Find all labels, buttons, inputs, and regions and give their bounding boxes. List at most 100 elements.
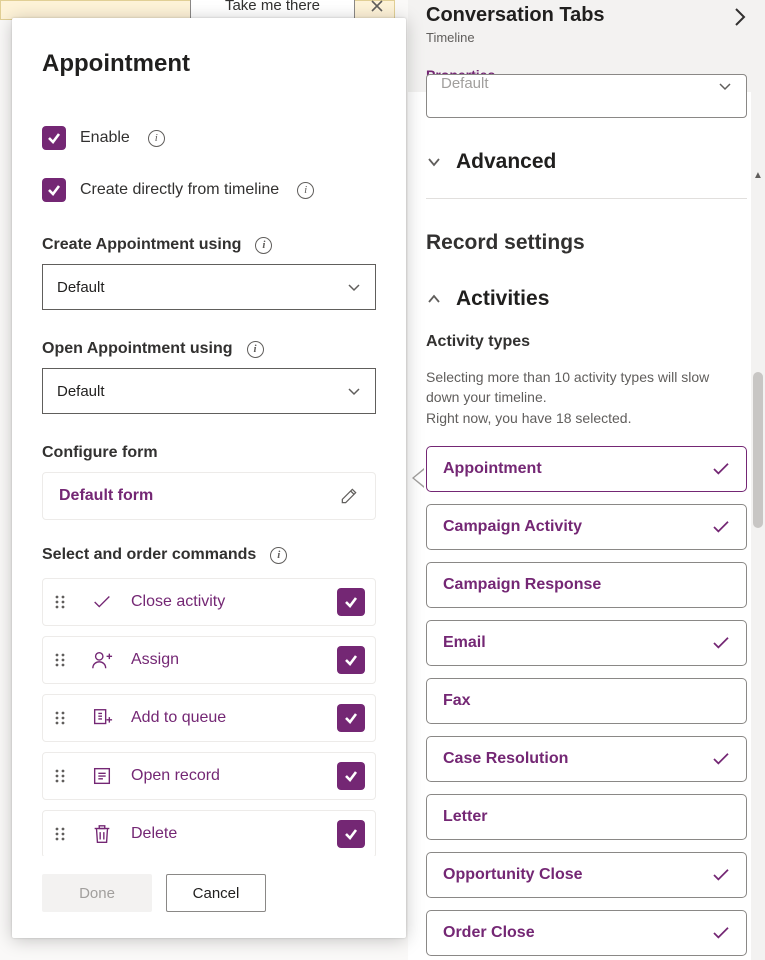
configure-form-value: Default form — [59, 487, 153, 505]
panel-title: Appointment — [42, 50, 376, 78]
activity-type-item[interactable]: Fax — [426, 678, 747, 724]
activity-type-label: Campaign Response — [443, 576, 601, 594]
advanced-section-toggle[interactable]: Advanced — [426, 150, 747, 174]
configure-form-button[interactable]: Default form — [42, 472, 376, 520]
activity-type-item[interactable]: Order Close — [426, 910, 747, 956]
close-icon — [370, 0, 384, 13]
activities-label: Activities — [456, 287, 549, 311]
record-settings-title: Record settings — [426, 231, 747, 255]
create-using-select[interactable]: Default — [42, 264, 376, 310]
activity-type-item[interactable]: Case Resolution — [426, 736, 747, 782]
check-icon — [712, 752, 730, 766]
create-directly-checkbox[interactable] — [42, 178, 66, 202]
command-checkbox[interactable] — [337, 588, 365, 616]
commands-list: Close activity Assign Add to queue Open rec… — [42, 578, 376, 856]
enable-checkbox[interactable] — [42, 126, 66, 150]
open-using-value: Default — [57, 383, 105, 400]
command-label: Assign — [131, 651, 319, 669]
command-item: Open record — [42, 752, 376, 800]
activity-type-item[interactable]: Letter — [426, 794, 747, 840]
create-using-value: Default — [57, 279, 105, 296]
command-label: Delete — [131, 825, 319, 843]
scroll-up-icon[interactable]: ▲ — [753, 170, 763, 180]
trash-icon — [91, 823, 113, 845]
activity-type-item[interactable]: Appointment — [426, 446, 747, 492]
activity-type-item[interactable]: Campaign Activity — [426, 504, 747, 550]
activity-type-item[interactable]: Campaign Response — [426, 562, 747, 608]
open-using-select[interactable]: Default — [42, 368, 376, 414]
appointment-panel: Appointment Enable i Create directly fro… — [12, 18, 406, 938]
activity-type-label: Fax — [443, 692, 471, 710]
pencil-icon — [339, 486, 359, 506]
command-label: Add to queue — [131, 709, 319, 727]
info-icon[interactable]: i — [148, 130, 165, 147]
pane-title: Conversation Tabs — [426, 0, 733, 27]
command-label: Close activity — [131, 593, 319, 611]
drag-handle[interactable] — [55, 710, 65, 726]
activity-type-item[interactable]: Email — [426, 620, 747, 666]
check-icon — [46, 130, 62, 146]
info-icon[interactable]: i — [297, 182, 314, 199]
chevron-down-icon — [718, 79, 732, 93]
check-icon — [91, 591, 113, 613]
drag-handle[interactable] — [55, 652, 65, 668]
scrollbar-thumb[interactable] — [753, 372, 763, 528]
activity-type-label: Letter — [443, 808, 487, 826]
activity-type-item[interactable]: Opportunity Close — [426, 852, 747, 898]
properties-pane: Conversation Tabs Timeline Properties De… — [408, 0, 765, 960]
advanced-label: Advanced — [456, 150, 556, 174]
activities-section-toggle[interactable]: Activities — [426, 287, 747, 311]
activity-type-label: Email — [443, 634, 486, 652]
chevron-right-icon[interactable] — [733, 6, 747, 28]
chevron-down-icon — [347, 384, 361, 398]
check-icon — [712, 462, 730, 476]
assign-icon — [91, 649, 113, 671]
queue-icon — [91, 707, 113, 729]
done-button[interactable]: Done — [42, 874, 152, 912]
command-item: Assign — [42, 636, 376, 684]
chevron-down-icon — [426, 154, 442, 170]
take-me-there-button[interactable]: Take me there — [190, 0, 355, 20]
info-icon[interactable]: i — [270, 547, 287, 564]
activity-type-label: Appointment — [443, 460, 542, 478]
scrollbar[interactable]: ▲ — [751, 84, 765, 960]
drag-handle[interactable] — [55, 768, 65, 784]
pane-subtitle: Timeline — [426, 30, 747, 45]
command-checkbox[interactable] — [337, 646, 365, 674]
check-icon — [712, 868, 730, 882]
check-icon — [712, 520, 730, 534]
activity-types-note: Selecting more than 10 activity types wi… — [426, 367, 736, 428]
check-icon — [46, 182, 62, 198]
close-banner-button[interactable] — [360, 0, 394, 19]
command-item: Delete — [42, 810, 376, 856]
command-item: Close activity — [42, 578, 376, 626]
cancel-button[interactable]: Cancel — [166, 874, 266, 912]
default-select-partial[interactable]: Default — [426, 74, 747, 118]
check-icon — [712, 926, 730, 940]
open-using-label: Open Appointment using — [42, 340, 233, 358]
enable-label: Enable — [80, 129, 130, 147]
drag-handle[interactable] — [55, 826, 65, 842]
activity-type-label: Order Close — [443, 924, 535, 942]
create-using-label: Create Appointment using — [42, 236, 241, 254]
chevron-down-icon — [347, 280, 361, 294]
configure-form-label: Configure form — [42, 444, 158, 462]
activity-type-list: Appointment Campaign Activity Campaign Res… — [426, 446, 747, 960]
commands-label: Select and order commands — [42, 546, 256, 564]
chevron-up-icon — [426, 291, 442, 307]
activity-type-label: Campaign Activity — [443, 518, 582, 536]
create-directly-label: Create directly from timeline — [80, 181, 279, 199]
command-checkbox[interactable] — [337, 704, 365, 732]
drag-handle[interactable] — [55, 594, 65, 610]
info-icon[interactable]: i — [255, 237, 272, 254]
command-item: Add to queue — [42, 694, 376, 742]
command-label: Open record — [131, 767, 319, 785]
command-checkbox[interactable] — [337, 762, 365, 790]
record-icon — [91, 765, 113, 787]
command-checkbox[interactable] — [337, 820, 365, 848]
selection-pointer — [412, 468, 424, 488]
info-icon[interactable]: i — [247, 341, 264, 358]
activity-types-label: Activity types — [426, 333, 747, 351]
check-icon — [712, 636, 730, 650]
activity-type-label: Opportunity Close — [443, 866, 583, 884]
